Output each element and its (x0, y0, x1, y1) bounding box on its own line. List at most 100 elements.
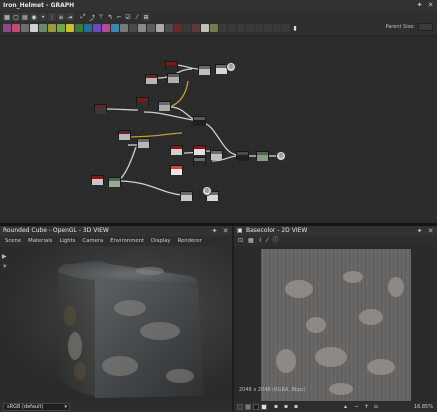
close-icon[interactable]: ✕ (427, 227, 434, 235)
atomic-node-bitmap-icon[interactable] (21, 24, 29, 32)
atomic-node-text-icon[interactable] (39, 24, 47, 32)
pin-node-icon[interactable]: ◉ (30, 13, 38, 21)
atomic-node-shuffle-icon[interactable] (219, 24, 227, 32)
graph-node[interactable] (210, 150, 223, 160)
menu-materials[interactable]: Materials (28, 236, 52, 246)
atomic-node-pixel-icon[interactable] (129, 24, 137, 32)
eyedropper-icon[interactable]: ⁄ (267, 236, 268, 246)
light-icon[interactable]: ☀ (2, 264, 9, 270)
swatch-white[interactable] (261, 404, 267, 410)
close-icon[interactable]: ✕ (222, 227, 229, 235)
grid-icon[interactable]: ⋮ (48, 13, 56, 21)
graph-node[interactable] (91, 175, 104, 185)
atomic-node-mesh-icon[interactable] (273, 24, 281, 32)
graph-node[interactable] (236, 151, 249, 161)
graph-node[interactable] (158, 101, 171, 111)
atomic-node-fx-icon[interactable] (120, 24, 128, 32)
graph-node[interactable] (170, 165, 183, 175)
atomic-node-height-icon[interactable] (264, 24, 272, 32)
atomic-node-blend-icon[interactable] (75, 24, 83, 32)
dot-icon[interactable]: • (39, 13, 47, 21)
graph-node[interactable] (94, 104, 107, 114)
checkbox-icon[interactable]: ☑ (124, 13, 132, 21)
atomic-node-blur-icon[interactable] (84, 24, 92, 32)
hierarchy-icon[interactable]: ⊤ (97, 13, 105, 21)
channels-icon[interactable]: ⌇ (259, 236, 262, 246)
fit-icon[interactable]: ⤢ (79, 13, 87, 21)
atomic-node-fxmap-icon[interactable] (201, 24, 209, 32)
display-grid-icon[interactable]: ⊞ (142, 13, 150, 21)
graph-node[interactable] (193, 145, 206, 155)
pin-icon[interactable]: ✦ (211, 227, 218, 235)
microphone-icon[interactable]: ▮ (291, 24, 299, 32)
menu-camera[interactable]: Camera (82, 236, 103, 246)
graph-node[interactable] (170, 145, 183, 155)
atomic-node-tile-icon[interactable] (237, 24, 245, 32)
link-icon[interactable]: ⤴ (88, 13, 96, 22)
view3d-viewport[interactable] (0, 246, 232, 402)
swatch-dark[interactable] (237, 404, 243, 410)
atomic-node-input-icon[interactable] (138, 24, 146, 32)
atomic-node-levels-icon[interactable] (57, 24, 65, 32)
atomic-node-emboss-icon[interactable] (192, 24, 200, 32)
zoom-level[interactable]: 16.85% (414, 404, 433, 410)
atomic-node-gradient-icon[interactable] (12, 24, 20, 32)
branch-icon[interactable]: ↰ (106, 13, 114, 21)
magic-wand-icon[interactable]: ⁄ (133, 13, 141, 21)
frame-icon[interactable]: ▢ (12, 13, 20, 21)
menu-display[interactable]: Display (151, 236, 171, 246)
graph-node[interactable] (118, 130, 131, 140)
atomic-node-dirmotion-icon[interactable] (174, 24, 182, 32)
info-icon[interactable]: ⓘ (273, 236, 279, 246)
output-node-icon[interactable]: ◎ (202, 186, 212, 196)
view-options-icon[interactable]: ⌂ (374, 403, 378, 410)
graph-node[interactable] (145, 74, 158, 84)
atomic-node-output-icon[interactable] (147, 24, 155, 32)
graph-node[interactable] (108, 177, 121, 187)
distribute-icon[interactable]: ⇥ (66, 13, 74, 21)
output-node-icon[interactable]: ◎ (276, 151, 286, 161)
atomic-node-sharpen-icon[interactable] (210, 24, 218, 32)
menu-environment[interactable]: Environment (110, 236, 144, 246)
menu-renderer[interactable]: Renderer (178, 236, 202, 246)
swatch-black[interactable] (253, 404, 259, 410)
new-node-icon[interactable]: ▦ (3, 13, 11, 21)
channel-b-icon[interactable]: ▪ (294, 403, 298, 410)
channel-g-icon[interactable]: ▪ (284, 403, 288, 410)
graph-node[interactable] (193, 157, 206, 167)
colorspace-dropdown[interactable]: sRGB (default) ▾ (3, 403, 70, 411)
graph-node[interactable] (137, 138, 150, 148)
graph-node[interactable] (165, 61, 178, 71)
zoom-in-icon[interactable]: + (364, 403, 369, 410)
atomic-node-normal-icon[interactable] (111, 24, 119, 32)
align-icon[interactable]: ≡ (57, 13, 65, 21)
atomic-node-uniform-icon[interactable] (3, 24, 11, 32)
comment-icon[interactable]: ▤ (21, 13, 29, 21)
atomic-node-hsl-icon[interactable] (66, 24, 74, 32)
basecolor-texture-preview[interactable] (261, 249, 411, 401)
parent-size-dropdown[interactable] (418, 23, 433, 31)
atomic-node-pbr-icon[interactable] (246, 24, 254, 32)
swatch-mid[interactable] (245, 404, 251, 410)
camera-icon[interactable]: ▶ (2, 254, 9, 260)
menu-lights[interactable]: Lights (59, 236, 75, 246)
graph-node[interactable] (198, 65, 211, 75)
atomic-node-value-icon[interactable] (156, 24, 164, 32)
menu-scene[interactable]: Scene (5, 236, 21, 246)
atomic-node-grayscale-icon[interactable] (165, 24, 173, 32)
atomic-node-curve-icon[interactable] (102, 24, 110, 32)
pin-icon[interactable]: ✦ (416, 227, 423, 235)
graph-node[interactable] (180, 191, 193, 201)
output-node-icon[interactable]: ◎ (226, 62, 236, 72)
atomic-node-switch-icon[interactable] (228, 24, 236, 32)
channel-r-icon[interactable]: ▪ (274, 403, 278, 410)
atomic-node-svg-icon[interactable] (30, 24, 38, 32)
zoom-out-icon[interactable]: − (354, 403, 359, 410)
atomic-node-random-icon[interactable] (255, 24, 263, 32)
graph-node[interactable] (193, 116, 206, 126)
graph-node[interactable] (167, 73, 180, 83)
atomic-node-distance-icon[interactable] (183, 24, 191, 32)
atomic-node-transform-icon[interactable] (48, 24, 56, 32)
graph-canvas[interactable]: ◎ ◎ ◎ (0, 37, 437, 223)
histogram-icon[interactable]: ▴ (344, 403, 347, 410)
